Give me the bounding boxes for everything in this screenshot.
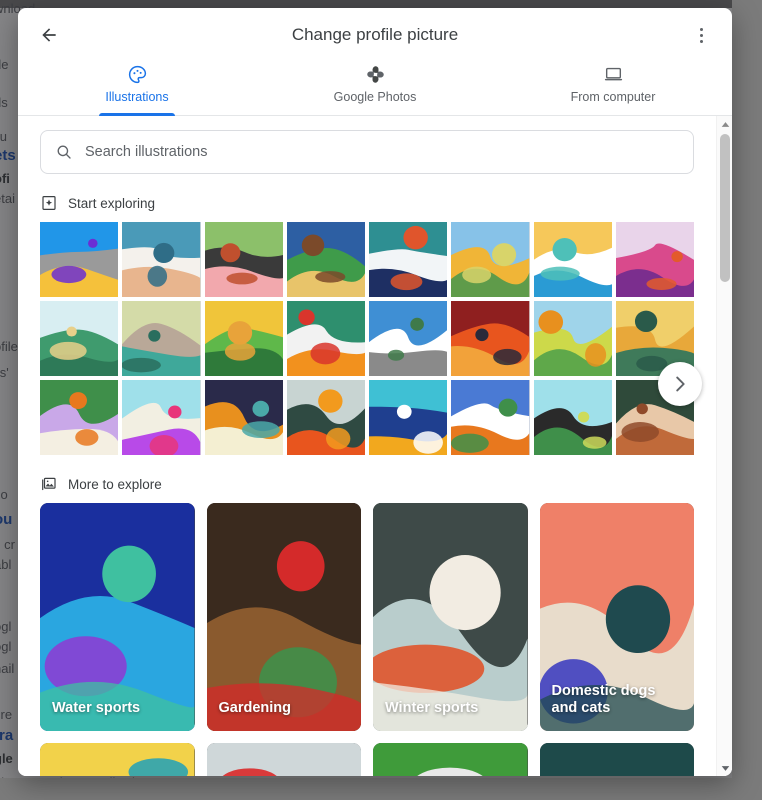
- scroll-up-arrow[interactable]: [717, 116, 732, 132]
- scroll-down-arrow[interactable]: [717, 760, 732, 776]
- dialog-body: Start exploring More to explore: [18, 116, 732, 776]
- tab-illustrations[interactable]: Illustrations: [18, 62, 256, 116]
- illustration-thumbnail[interactable]: [286, 222, 365, 298]
- more-to-explore-label: More to explore: [68, 476, 162, 492]
- google-photos-icon: [366, 66, 384, 83]
- tab-from-computer-label: From computer: [570, 90, 656, 104]
- illustration-thumbnail[interactable]: [40, 222, 119, 298]
- illustration-thumbnail[interactable]: [369, 222, 448, 298]
- start-exploring-label: Start exploring: [68, 195, 156, 211]
- source-tabs: Illustrations Google Photos From compute…: [18, 62, 732, 116]
- search-section: [18, 126, 716, 174]
- illustration-thumbnail[interactable]: [204, 380, 283, 456]
- sparkle-box-icon: [42, 196, 56, 210]
- illustration-thumbnail[interactable]: [615, 222, 694, 298]
- illustration-thumbnail[interactable]: [204, 301, 283, 377]
- category-card[interactable]: [40, 743, 195, 776]
- back-button[interactable]: [32, 18, 66, 52]
- category-card-row-partial: [18, 743, 716, 776]
- more-options-button[interactable]: [684, 18, 718, 52]
- kebab-dot: [699, 39, 703, 43]
- illustration-thumbnail[interactable]: [204, 222, 283, 298]
- category-card[interactable]: Water sports: [40, 503, 195, 732]
- category-card-label: Water sports: [52, 700, 141, 717]
- category-card[interactable]: [539, 743, 694, 776]
- arrow-left-icon: [42, 28, 56, 42]
- search-box[interactable]: [40, 130, 694, 174]
- category-card-row: Water sports Gardening Winter sports Domest…: [18, 503, 716, 732]
- category-card[interactable]: Gardening: [206, 503, 361, 732]
- illustration-thumbnail[interactable]: [451, 301, 530, 377]
- image-collection-icon: [42, 478, 56, 491]
- illustration-thumbnail[interactable]: [533, 222, 612, 298]
- search-icon: [57, 145, 71, 159]
- dialog-title: Change profile picture: [291, 25, 459, 44]
- illustration-thumbnail[interactable]: [451, 222, 530, 298]
- start-exploring-header: Start exploring: [18, 174, 716, 222]
- tab-illustrations-label: Illustrations: [105, 90, 169, 104]
- illustration-thumbnail[interactable]: [533, 301, 612, 377]
- category-card-label: Gardening: [218, 700, 292, 717]
- category-card[interactable]: [373, 743, 528, 776]
- illustration-thumbnail[interactable]: [122, 380, 201, 456]
- illustration-thumbnail[interactable]: [451, 380, 530, 456]
- palette-icon: [128, 65, 146, 84]
- tab-from-computer[interactable]: From computer: [494, 62, 732, 115]
- search-input[interactable]: [85, 144, 679, 160]
- illustration-thumbnail[interactable]: [369, 301, 448, 377]
- scroll-content: Start exploring More to explore: [18, 116, 716, 776]
- illustration-thumbnail[interactable]: [286, 380, 365, 456]
- kebab-dot: [699, 27, 703, 31]
- caret-up-icon: [721, 121, 729, 127]
- illustration-grid-wrap: [18, 222, 716, 456]
- dialog-header: Change profile picture: [18, 8, 732, 62]
- category-card-label: Domestic dogs and cats: [551, 683, 656, 717]
- illustration-thumbnail[interactable]: [122, 301, 201, 377]
- category-card[interactable]: Domestic dogs and cats: [539, 503, 694, 732]
- next-page-button[interactable]: [658, 362, 702, 406]
- chevron-right-icon: [676, 376, 685, 392]
- vertical-scrollbar[interactable]: [716, 116, 732, 776]
- more-to-explore-header: More to explore: [18, 455, 716, 503]
- illustration-thumbnail[interactable]: [122, 222, 201, 298]
- illustration-grid: [40, 222, 694, 456]
- category-card[interactable]: [206, 743, 361, 776]
- category-card[interactable]: Winter sports: [373, 503, 528, 732]
- illustration-thumbnail[interactable]: [40, 301, 119, 377]
- illustration-thumbnail[interactable]: [40, 380, 119, 456]
- illustration-thumbnail[interactable]: [533, 380, 612, 456]
- scrollbar-thumb[interactable]: [720, 134, 730, 282]
- illustration-thumbnail[interactable]: [369, 380, 448, 456]
- kebab-dot: [699, 33, 703, 37]
- backdrop-right-edge: [732, 0, 762, 800]
- tab-google-photos-label: Google Photos: [333, 90, 417, 104]
- laptop-icon: [604, 67, 622, 81]
- change-profile-picture-dialog: Change profile picture Illustrations Goo…: [18, 8, 732, 776]
- category-card-label: Winter sports: [385, 700, 479, 717]
- tab-google-photos[interactable]: Google Photos: [256, 62, 494, 115]
- caret-down-icon: [721, 765, 729, 771]
- backdrop-bottom-edge: [0, 778, 762, 800]
- illustration-thumbnail[interactable]: [286, 301, 365, 377]
